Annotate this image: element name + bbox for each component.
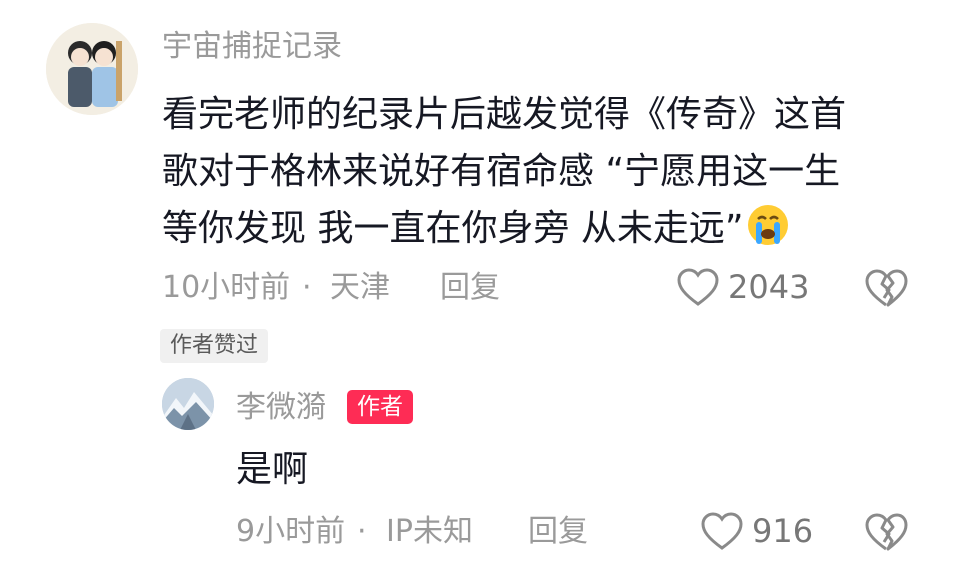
reply-like-count: 916 [752,512,814,550]
comment-location: 天津 [330,270,390,305]
reply-reply-button[interactable]: 回复 [528,511,588,553]
like-button[interactable]: 2043 [676,262,809,312]
heart-icon [701,512,743,550]
comment-line: 等你发现 我一直在你身旁 从未走远” [162,200,922,257]
broken-heart-icon [865,269,908,307]
couple-avatar-icon [46,23,138,115]
comment-text: 看完老师的纪录片后越发觉得《传奇》这首 歌对于格林来说好有宿命感 “宁愿用这一生… [162,86,922,257]
author-tag: 作者 [347,390,413,424]
snow-mountain-avatar-icon [162,378,214,430]
reply-avatar[interactable] [162,378,214,430]
reply-text: 是啊 [236,449,309,490]
reply-like-button[interactable]: 916 [700,506,813,556]
meta-separator: · [357,514,367,549]
comment-username[interactable]: 宇宙捕捉记录 [162,27,342,67]
reply-dislike-button[interactable] [862,508,910,556]
like-count: 2043 [728,268,810,306]
comment-line: 看完老师的纪录片后越发觉得《传奇》这首 [162,94,847,135]
comment-time: 10小时前 [162,270,291,305]
avatar[interactable] [46,23,138,115]
reply-username[interactable]: 李微漪 [236,388,326,428]
broken-heart-icon [865,513,908,551]
reply-button[interactable]: 回复 [440,267,500,309]
author-liked-badge: 作者赞过 [160,329,269,363]
crying-face-emoji-icon [746,203,790,247]
dislike-button[interactable] [862,264,910,312]
reply-time: 9小时前 [236,514,346,549]
meta-separator: · [302,270,312,305]
heart-icon [677,268,719,306]
reply-location: IP未知 [386,514,473,549]
comment-line: 歌对于格林来说好有宿命感 “宁愿用这一生 [162,151,841,192]
comment-line-text: 等你发现 我一直在你身旁 从未走远” [162,208,744,249]
